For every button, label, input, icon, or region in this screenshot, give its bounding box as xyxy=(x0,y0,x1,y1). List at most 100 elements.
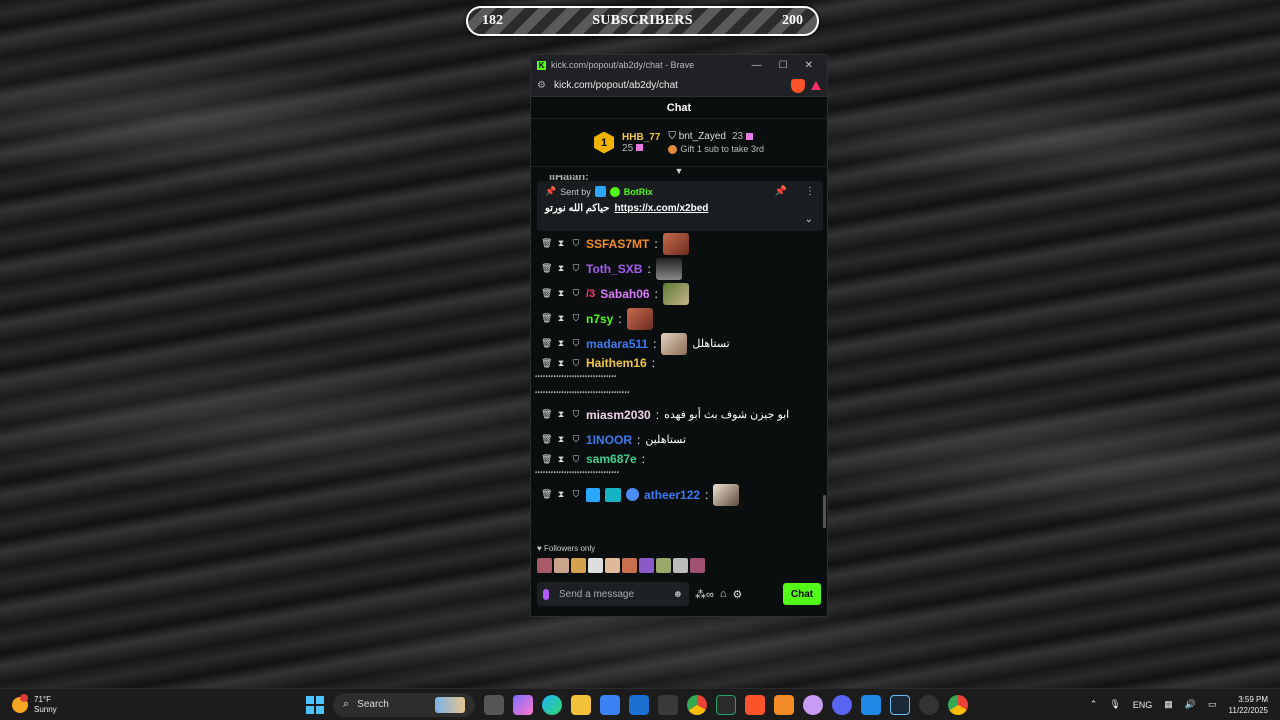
delete-icon[interactable]: 🗑 xyxy=(541,338,552,349)
chat-username[interactable]: n7sy xyxy=(586,312,613,326)
timeout-icon[interactable]: ⧗ xyxy=(556,489,566,500)
ban-icon[interactable]: ⛉ xyxy=(571,454,581,465)
timeout-icon[interactable]: ⧗ xyxy=(556,338,566,349)
quick-emote[interactable] xyxy=(588,558,603,573)
delete-icon[interactable]: 🗑 xyxy=(541,263,552,274)
timeout-icon[interactable]: ⧗ xyxy=(556,409,566,420)
delete-icon[interactable]: 🗑 xyxy=(541,434,552,445)
maximize-icon[interactable]: ☐ xyxy=(779,60,788,71)
delete-icon[interactable]: 🗑 xyxy=(541,238,552,249)
timeout-icon[interactable]: ⧗ xyxy=(556,454,566,465)
copilot-icon[interactable] xyxy=(513,694,533,715)
quick-emote[interactable] xyxy=(571,558,586,573)
unpin-icon[interactable]: 📌 xyxy=(775,186,787,197)
ban-icon[interactable]: ⛉ xyxy=(571,338,581,349)
chat-scrollbar[interactable] xyxy=(823,495,826,528)
scroll-down-arrow-icon[interactable]: ▼ xyxy=(531,167,827,176)
brave-rewards-icon[interactable] xyxy=(811,81,821,90)
timeout-icon[interactable]: ⧗ xyxy=(556,238,566,249)
timeout-icon[interactable]: ⧗ xyxy=(556,434,566,445)
timeout-icon[interactable]: ⧗ xyxy=(556,263,566,274)
clock[interactable]: 3:59 PM 11/22/2025 xyxy=(1229,694,1268,716)
quick-emote[interactable] xyxy=(656,558,671,573)
chat-username[interactable]: SSFAS7MT xyxy=(586,237,649,251)
chat-username[interactable]: sam687e xyxy=(586,452,637,466)
chevron-down-icon[interactable]: ⌄ xyxy=(805,214,813,225)
emoji-icon[interactable]: ☻ xyxy=(672,589,683,600)
chat-message-list[interactable]: IIHaiah: 📌 Sent by BotRix 📌 ⋮ حياكم الله… xyxy=(531,175,827,528)
chat-username[interactable]: Haithem16 xyxy=(586,356,647,370)
ban-icon[interactable]: ⛉ xyxy=(571,489,581,500)
app-purple-icon[interactable] xyxy=(803,694,823,715)
close-icon[interactable]: ✕ xyxy=(805,60,813,71)
leaderboard-second[interactable]: ⛉ bnt_Zayed 23 Gift 1 sub to take 3rd xyxy=(668,131,764,155)
file-explorer-icon[interactable] xyxy=(571,694,591,715)
ban-icon[interactable]: ⛉ xyxy=(571,238,581,249)
chat-username[interactable]: 1INOOR xyxy=(586,433,632,447)
store-icon[interactable]: ⌂ xyxy=(720,588,727,600)
ban-icon[interactable]: ⛉ xyxy=(571,358,581,369)
start-menu-icon[interactable] xyxy=(306,695,324,714)
ban-icon[interactable]: ⛉ xyxy=(571,263,581,274)
minimize-icon[interactable]: — xyxy=(752,60,762,71)
leaderboard-first[interactable]: HHB_77 25 xyxy=(622,132,660,154)
delete-icon[interactable]: 🗑 xyxy=(541,489,552,500)
battery-icon[interactable]: ▭ xyxy=(1208,699,1217,710)
url-text[interactable]: kick.com/popout/ab2dy/chat xyxy=(554,80,791,91)
delete-icon[interactable]: 🗑 xyxy=(541,409,552,420)
ban-icon[interactable]: ⛉ xyxy=(571,313,581,324)
obs-icon[interactable] xyxy=(919,694,939,715)
delete-icon[interactable]: 🗑 xyxy=(541,358,552,369)
taskbar-search[interactable]: ⌕ Search xyxy=(333,692,475,717)
microphone-icon[interactable] xyxy=(543,588,549,600)
task-view-icon[interactable] xyxy=(484,694,504,715)
chevron-up-icon[interactable]: ⌃ xyxy=(1090,699,1098,710)
site-settings-icon[interactable]: ⚙ xyxy=(537,80,546,91)
quick-emote[interactable] xyxy=(622,558,637,573)
chat-username[interactable]: Sabah06 xyxy=(600,287,649,301)
kicks-icon[interactable]: ⁂∞ xyxy=(695,588,714,601)
timeout-icon[interactable]: ⧗ xyxy=(556,313,566,324)
microphone-tray-icon[interactable]: 🎙 xyxy=(1109,699,1120,710)
settings-gear-icon[interactable]: ⚙ xyxy=(733,588,743,601)
pinned-link[interactable]: https://x.com/x2bed xyxy=(614,203,708,214)
ban-icon[interactable]: ⛉ xyxy=(571,409,581,420)
chat-message-input[interactable]: Send a message ☻ xyxy=(537,582,689,606)
quick-emote[interactable] xyxy=(537,558,552,573)
delete-icon[interactable]: 🗑 xyxy=(541,288,552,299)
language-indicator[interactable]: ENG xyxy=(1133,700,1153,710)
discord-icon[interactable] xyxy=(832,694,852,715)
chat-username[interactable]: madara511 xyxy=(586,337,648,351)
more-options-icon[interactable]: ⋮ xyxy=(805,186,815,197)
quick-emote[interactable] xyxy=(554,558,569,573)
store-app-icon[interactable] xyxy=(600,694,620,715)
timeout-icon[interactable]: ⧗ xyxy=(556,358,566,369)
steam-icon[interactable] xyxy=(890,694,910,715)
brave-shield-icon[interactable] xyxy=(791,78,805,93)
app-orange-icon[interactable] xyxy=(774,694,794,715)
outlook-icon[interactable] xyxy=(629,694,649,715)
quick-emote[interactable] xyxy=(639,558,654,573)
edge-icon[interactable] xyxy=(542,694,562,715)
timeout-icon[interactable]: ⧗ xyxy=(556,288,566,299)
quick-emote[interactable] xyxy=(673,558,688,573)
brave-icon[interactable] xyxy=(745,694,765,715)
weather-widget[interactable]: 71°F Sunny xyxy=(12,693,57,715)
network-icon[interactable]: ▦ xyxy=(1164,699,1173,710)
quick-emote[interactable] xyxy=(605,558,620,573)
app-blue-icon[interactable] xyxy=(861,694,881,715)
chat-username[interactable]: atheer122 xyxy=(644,488,700,502)
volume-icon[interactable]: 🔊 xyxy=(1185,699,1196,710)
chat-username[interactable]: Toth_SXB xyxy=(586,262,642,276)
ban-icon[interactable]: ⛉ xyxy=(571,288,581,299)
chrome-alt-icon[interactable] xyxy=(948,694,968,715)
excel-icon[interactable] xyxy=(716,694,736,715)
delete-icon[interactable]: 🗑 xyxy=(541,313,552,324)
chat-username[interactable]: miasm2030 xyxy=(586,408,651,422)
delete-icon[interactable]: 🗑 xyxy=(541,454,552,465)
pinned-bot-name[interactable]: BotRix xyxy=(624,187,653,197)
quick-emote[interactable] xyxy=(690,558,705,573)
chat-send-button[interactable]: Chat xyxy=(783,583,821,605)
chrome-icon[interactable] xyxy=(687,694,707,715)
app-icon[interactable] xyxy=(658,694,678,715)
